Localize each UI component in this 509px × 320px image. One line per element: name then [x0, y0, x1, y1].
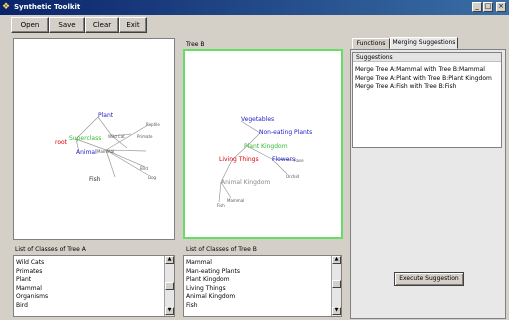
- maximize-button[interactable]: □: [483, 2, 493, 12]
- clear-button[interactable]: Clear: [85, 17, 119, 33]
- tree-b-list-title: List of Classes of Tree B: [186, 246, 257, 253]
- list-item[interactable]: Mammal: [14, 285, 162, 294]
- open-button[interactable]: Open: [11, 17, 49, 33]
- scroll-down-icon[interactable]: ▼: [165, 307, 174, 315]
- tree-a-list-scrollbar[interactable]: ▲ ▼: [164, 256, 174, 316]
- exit-button[interactable]: Exit: [119, 17, 147, 33]
- tree-a-class-list: Wild Cats Primates Plant Mammal Organism…: [13, 255, 175, 317]
- app-icon: ❖: [2, 2, 11, 12]
- tree-a-node-wild-cat: Wild Cat: [108, 134, 125, 139]
- tree-a-node-mammal: Mammal: [97, 149, 114, 154]
- list-item[interactable]: Living Things: [184, 285, 329, 294]
- suggestion-item[interactable]: Merge Tree A:Mammal with Tree B:Mammal: [355, 66, 501, 75]
- list-item[interactable]: Organisms: [14, 293, 162, 302]
- tree-b-node-fish: Fish: [217, 203, 225, 208]
- tree-b-node-vegetables: Vegetables: [241, 116, 274, 123]
- tree-a-node-bird: Bird: [140, 166, 148, 171]
- window-title-bar: ❖ Synthetic Toolkit _ □ ×: [0, 0, 509, 15]
- list-item[interactable]: Animal Kingdom: [184, 293, 329, 302]
- list-item[interactable]: Mammal: [184, 259, 329, 268]
- list-item[interactable]: Primates: [14, 268, 162, 277]
- scroll-up-icon[interactable]: ▲: [332, 256, 341, 264]
- suggestion-item[interactable]: Merge Tree A:Fish with Tree B:Fish: [355, 83, 501, 92]
- tree-b-node-non-eating-plants: Non-eating Plants: [259, 129, 312, 136]
- suggestions-panel: Suggestions Merge Tree A:Mammal with Tre…: [352, 52, 502, 148]
- tree-a-node-fish: Fish: [89, 176, 101, 183]
- tree-a-node-root: root: [55, 139, 68, 146]
- tree-a-node-reptile: Reptile: [146, 122, 160, 127]
- tab-merging-suggestions[interactable]: Merging Suggestions: [390, 37, 458, 49]
- suggestions-list: Merge Tree A:Mammal with Tree B:Mammal M…: [355, 66, 501, 92]
- tree-a-graph: Plant root Superclass Wild Cat Animal Ma…: [55, 112, 160, 183]
- tree-b-node-living-things: Living Things: [219, 156, 259, 163]
- tree-a-node-dog: Dog: [148, 175, 157, 180]
- list-item[interactable]: Fish: [184, 302, 329, 311]
- execute-suggestion-button[interactable]: Execute Suggestion: [394, 272, 464, 286]
- list-item[interactable]: Man-eating Plants: [184, 268, 329, 277]
- tree-a-edge: [105, 149, 116, 178]
- tree-a-canvas[interactable]: Plant root Superclass Wild Cat Animal Ma…: [13, 38, 175, 240]
- list-item[interactable]: Plant Kingdom: [184, 276, 329, 285]
- tree-b-graph: Vegetables Non-eating Plants Plant Kingd…: [217, 116, 312, 208]
- save-button[interactable]: Save: [49, 17, 85, 33]
- scroll-thumb[interactable]: [165, 282, 174, 290]
- tree-a-class-items: Wild Cats Primates Plant Mammal Organism…: [14, 259, 162, 311]
- toolbar: Open Save Clear Exit: [0, 15, 509, 36]
- tree-b-node-rose: Rose: [294, 158, 304, 163]
- suggestions-title: Suggestions: [356, 54, 393, 61]
- tree-b-title: Tree B: [186, 41, 205, 48]
- tree-b-node-plant-kingdom: Plant Kingdom: [244, 143, 288, 150]
- tree-a-node-superclass: Superclass: [69, 135, 101, 142]
- tree-b-node-mammal: Mammal: [227, 198, 244, 203]
- tree-a-node-plant: Plant: [98, 112, 114, 119]
- minimize-button[interactable]: _: [472, 2, 482, 12]
- tree-b-list-scrollbar[interactable]: ▲ ▼: [331, 256, 341, 316]
- tree-b-node-animal-kingdom: Animal Kingdom: [221, 179, 270, 186]
- tree-a-list-title: List of Classes of Tree A: [15, 246, 86, 253]
- scroll-down-icon[interactable]: ▼: [332, 307, 341, 315]
- tab-functions[interactable]: Functions: [352, 38, 390, 49]
- list-item[interactable]: Wild Cats: [14, 259, 162, 268]
- list-item[interactable]: Bird: [14, 302, 162, 311]
- window-title: Synthetic Toolkit: [14, 3, 81, 11]
- tree-a-node-primate: Primate: [137, 134, 153, 139]
- suggestion-item[interactable]: Merge Tree A:Plant with Tree B:Plant Kin…: [355, 75, 501, 84]
- tree-b-class-items: Mammal Man-eating Plants Plant Kingdom L…: [184, 259, 329, 311]
- suggestions-header: Suggestions: [353, 53, 501, 62]
- tree-b-class-list: Mammal Man-eating Plants Plant Kingdom L…: [183, 255, 342, 317]
- close-button[interactable]: ×: [496, 2, 506, 12]
- scroll-thumb[interactable]: [332, 280, 341, 288]
- list-item[interactable]: Plant: [14, 276, 162, 285]
- tree-a-node-animal: Animal: [76, 149, 97, 156]
- scroll-up-icon[interactable]: ▲: [165, 256, 174, 264]
- tree-b-node-orchid: Orchid: [286, 174, 300, 179]
- tree-b-node-flowers: Flowers: [272, 156, 295, 163]
- tree-b-canvas[interactable]: Vegetables Non-eating Plants Plant Kingd…: [183, 49, 343, 239]
